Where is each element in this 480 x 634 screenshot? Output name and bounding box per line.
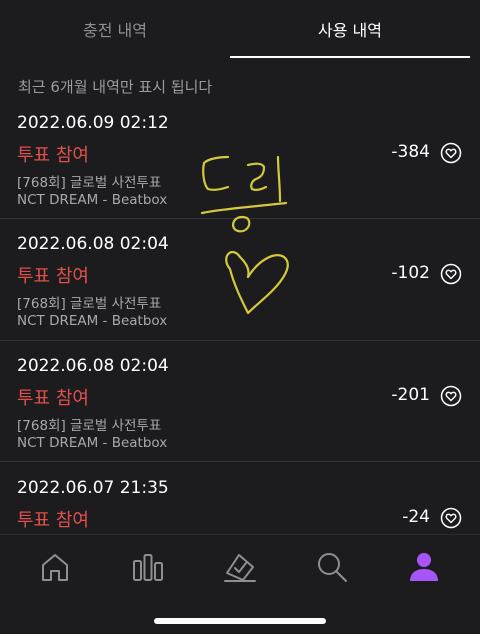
profile-icon[interactable] bbox=[406, 549, 442, 585]
vote-icon[interactable] bbox=[222, 549, 258, 585]
heart-coin-icon bbox=[440, 263, 462, 285]
item-amount: -201 bbox=[391, 385, 430, 405]
heart-coin-icon bbox=[440, 507, 462, 529]
item-type: 투표 참여 bbox=[17, 510, 89, 531]
home-icon[interactable] bbox=[37, 549, 73, 585]
divider bbox=[0, 218, 480, 219]
heart-coin-icon bbox=[440, 142, 462, 164]
notice-text: 최근 6개월 내역만 표시 됩니다 bbox=[18, 78, 213, 96]
item-date: 2022.06.07 21:35 bbox=[17, 478, 169, 498]
item-song: NCT DREAM - Beatbox bbox=[17, 313, 168, 329]
item-type: 투표 참여 bbox=[17, 145, 89, 166]
item-type: 투표 참여 bbox=[17, 388, 89, 409]
chart-icon[interactable] bbox=[130, 549, 166, 585]
home-indicator bbox=[154, 618, 326, 624]
history-tabs: 충전 내역 사용 내역 bbox=[0, 0, 480, 58]
active-tab-indicator bbox=[230, 56, 470, 58]
item-type: 투표 참여 bbox=[17, 266, 89, 287]
tab-usage-history[interactable]: 사용 내역 bbox=[230, 0, 470, 58]
item-date: 2022.06.08 02:04 bbox=[17, 356, 169, 376]
item-round: [768회] 글로벌 사전투표 bbox=[17, 175, 162, 191]
item-amount: -24 bbox=[402, 507, 430, 527]
item-round: [768회] 글로벌 사전투표 bbox=[17, 296, 162, 312]
item-date: 2022.06.09 02:12 bbox=[17, 113, 169, 133]
search-icon[interactable] bbox=[314, 549, 350, 585]
handwritten-scribble bbox=[200, 155, 289, 315]
item-round: [768회] 글로벌 사전투표 bbox=[17, 418, 162, 434]
heart-coin-icon bbox=[440, 385, 462, 407]
divider bbox=[0, 340, 480, 341]
item-song: NCT DREAM - Beatbox bbox=[17, 192, 168, 208]
item-song: NCT DREAM - Beatbox bbox=[17, 435, 168, 451]
item-date: 2022.06.08 02:04 bbox=[17, 234, 169, 254]
divider bbox=[0, 461, 480, 462]
item-amount: -384 bbox=[391, 142, 430, 162]
tab-charge-history[interactable]: 충전 내역 bbox=[0, 0, 230, 58]
item-amount: -102 bbox=[391, 263, 430, 283]
